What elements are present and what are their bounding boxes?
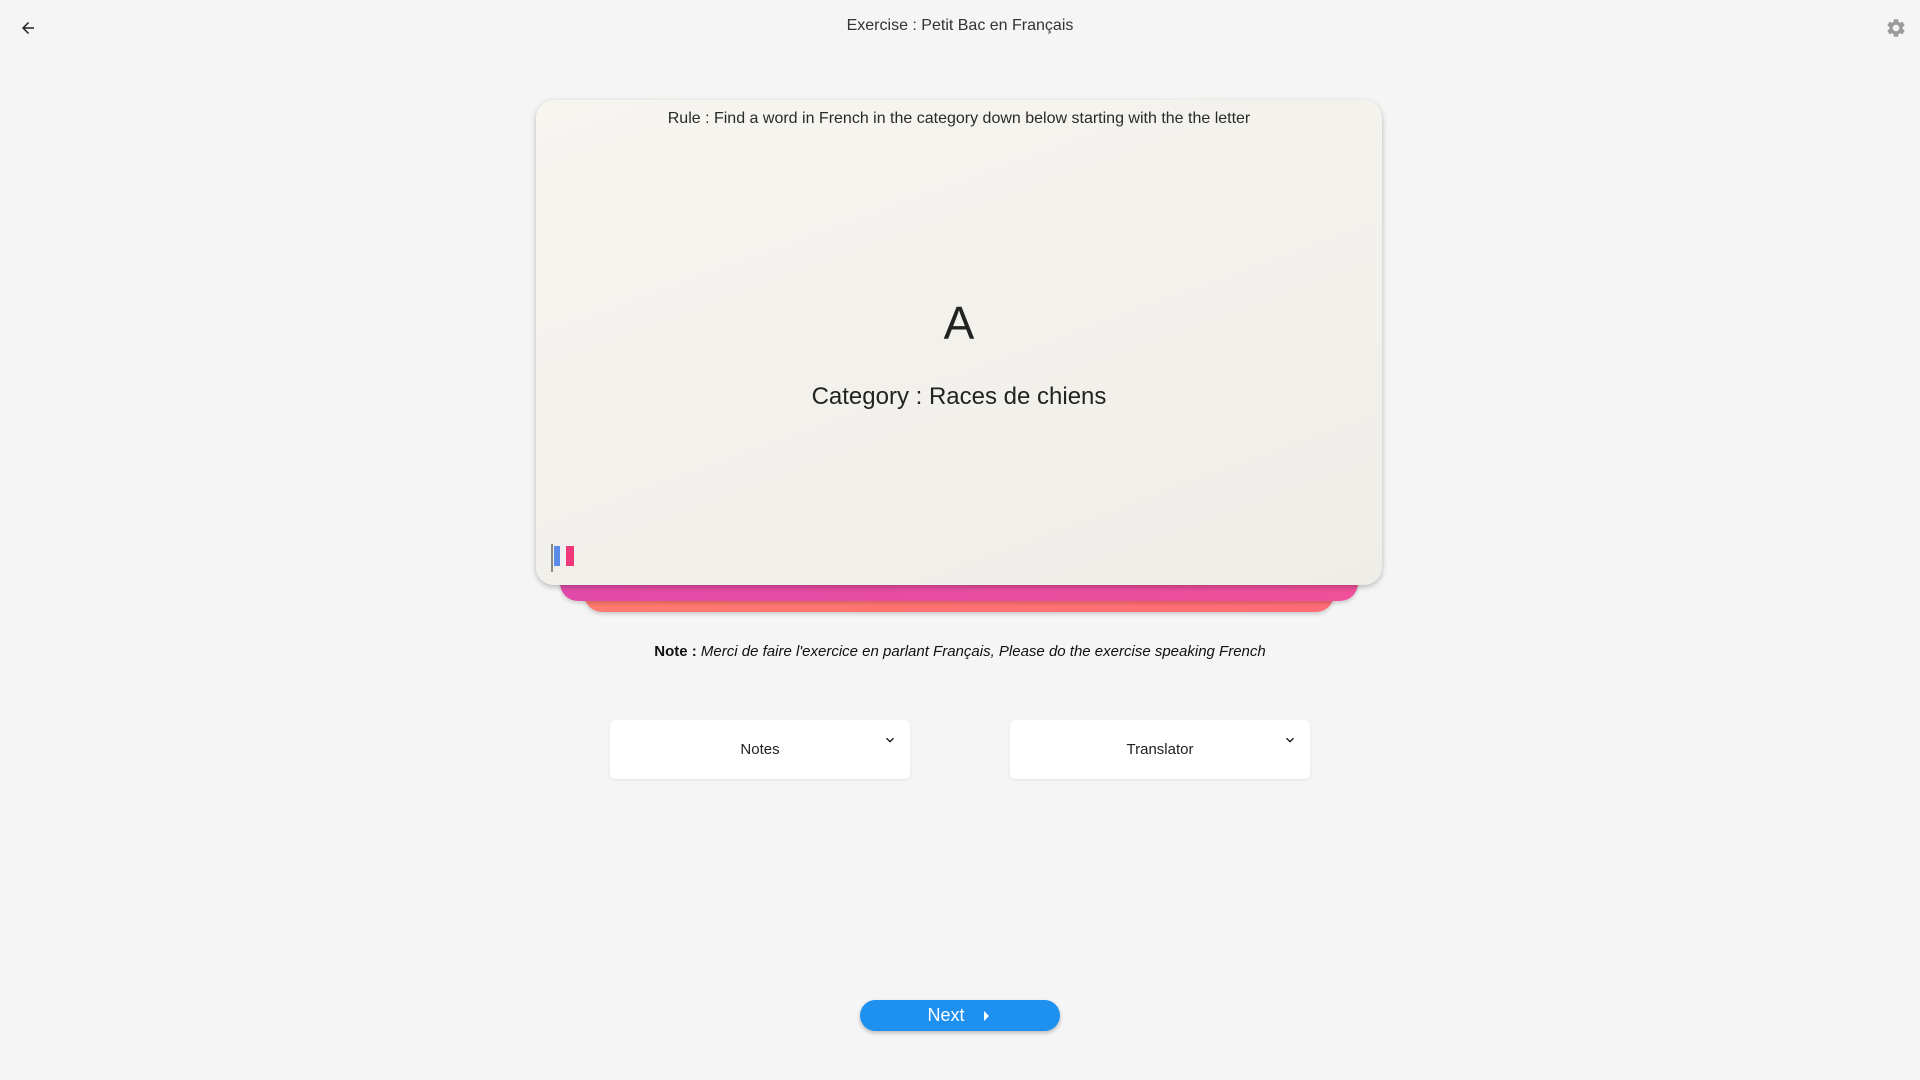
card-letter: A (943, 297, 975, 349)
notes-dropdown-label: Notes (740, 741, 780, 758)
next-button[interactable]: Next (860, 1000, 1060, 1031)
french-flag-icon (550, 544, 580, 572)
translator-dropdown[interactable]: Translator (1010, 720, 1310, 779)
gear-icon (1887, 19, 1905, 37)
page-title: Exercise : Petit Bac en Français (846, 17, 1074, 34)
settings-button[interactable] (1882, 14, 1910, 42)
next-button-label: Next (927, 1005, 965, 1025)
card-rule-text: Rule : Find a word in French in the cate… (667, 110, 1251, 127)
translator-dropdown-label: Translator (1126, 741, 1194, 758)
caret-right-icon (983, 1010, 993, 1022)
notes-dropdown[interactable]: Notes (610, 720, 910, 779)
card-category: Category : Races de chiens (811, 383, 1107, 410)
note-text: Merci de faire l'exercice en parlant Fra… (700, 643, 1266, 660)
note-label: Note : (654, 643, 697, 660)
chevron-down-icon (1286, 737, 1294, 743)
exercise-card: Rule : Find a word in French in the cate… (536, 100, 1382, 585)
exercise-card-stack: Rule : Find a word in French in the cate… (536, 100, 1382, 615)
note: Note : Merci de faire l'exercice en parl… (0, 643, 1920, 660)
chevron-down-icon (886, 737, 894, 743)
